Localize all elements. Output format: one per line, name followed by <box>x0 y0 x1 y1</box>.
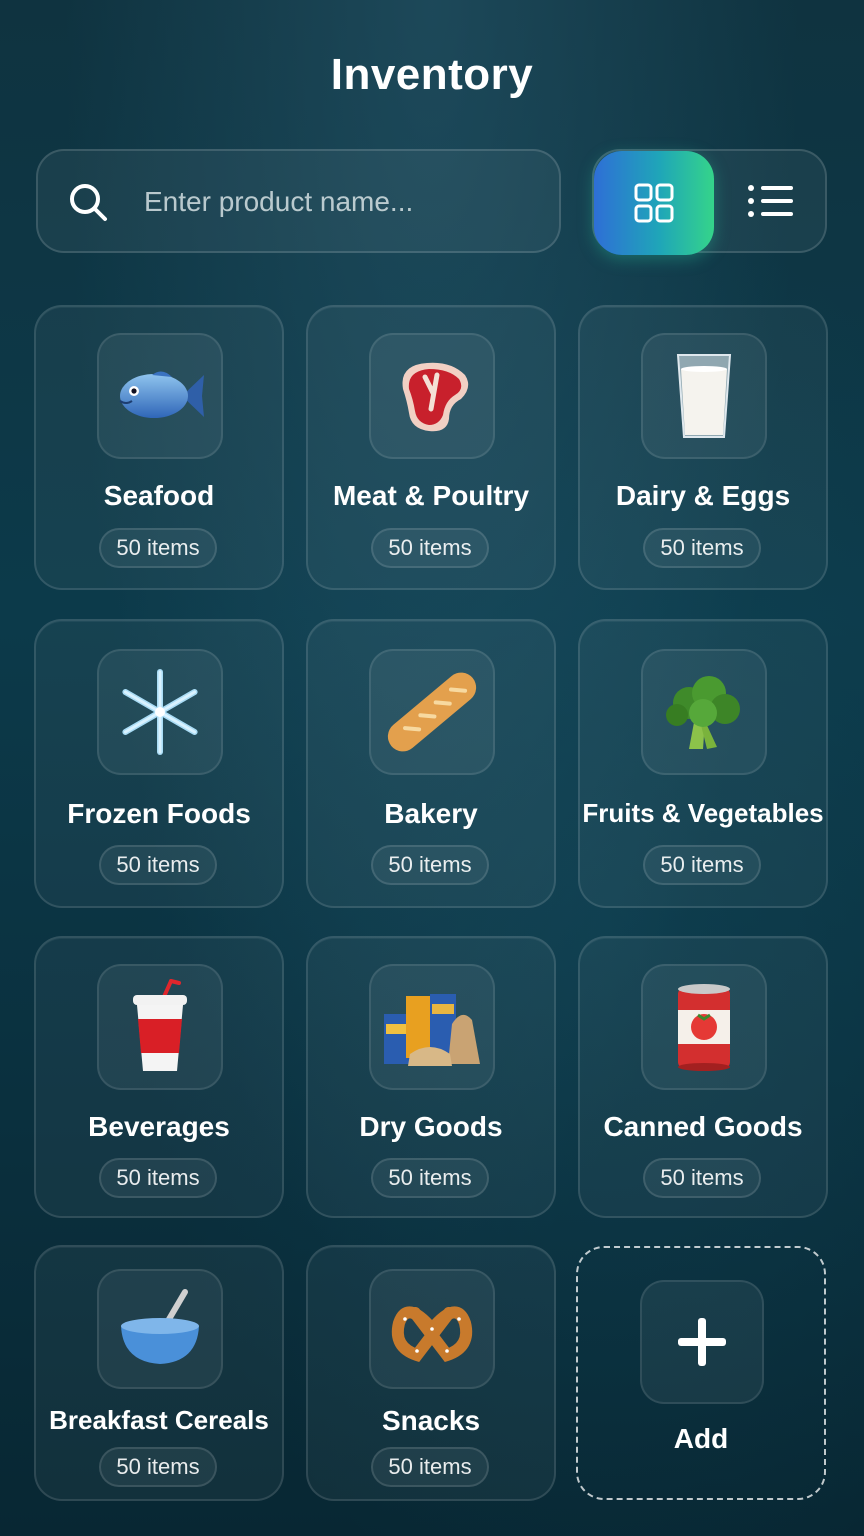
item-count-badge: 50 items <box>99 1158 217 1198</box>
category-card-seafood[interactable]: Seafood 50 items <box>34 305 284 590</box>
icon-tile <box>97 964 223 1090</box>
icon-tile <box>369 1269 495 1389</box>
search-bar[interactable] <box>36 149 561 253</box>
category-card-canned-goods[interactable]: Canned Goods 50 items <box>578 936 828 1218</box>
grid-view-button[interactable] <box>594 151 714 255</box>
category-name: Beverages <box>88 1111 230 1142</box>
item-count-badge: 50 items <box>99 845 217 885</box>
dry-goods-icon <box>384 994 480 1066</box>
view-toggle <box>592 149 827 255</box>
category-card-breakfast-cereals[interactable]: Breakfast Cereals 50 items <box>34 1245 284 1501</box>
icon-tile <box>369 649 495 775</box>
broccoli-icon <box>666 676 740 749</box>
item-count-badge: 50 items <box>99 528 217 568</box>
item-count-badge: 50 items <box>643 845 761 885</box>
icon-tile <box>97 1269 223 1389</box>
icon-tile <box>641 964 767 1090</box>
item-count-badge: 50 items <box>371 1158 489 1198</box>
category-name: Breakfast Cereals <box>49 1405 269 1435</box>
category-card-meat-poultry[interactable]: Meat & Poultry 50 items <box>306 305 556 590</box>
category-name: Meat & Poultry <box>332 480 530 511</box>
snowflake-icon <box>122 669 198 755</box>
category-name: Canned Goods <box>603 1111 803 1142</box>
category-card-beverages[interactable]: Beverages 50 items <box>34 936 284 1218</box>
drink-cup-icon <box>133 979 187 1071</box>
category-card-fruits-vegetables[interactable]: Fruits & Vegetables 50 items <box>578 619 828 908</box>
item-count-badge: 50 items <box>643 1158 761 1198</box>
icon-tile <box>97 333 223 459</box>
list-view-icon <box>747 185 793 217</box>
pretzel-icon <box>391 1306 473 1363</box>
item-count-badge: 50 items <box>371 528 489 568</box>
category-name: Dairy & Eggs <box>615 480 791 511</box>
search-icon <box>70 184 107 221</box>
bread-icon <box>387 672 477 752</box>
category-card-frozen-foods[interactable]: Frozen Foods 50 items <box>34 619 284 908</box>
icon-tile <box>641 333 767 459</box>
tomato-can-icon <box>678 984 730 1071</box>
category-card-dry-goods[interactable]: Dry Goods 50 items <box>306 936 556 1218</box>
list-view-button[interactable] <box>714 151 827 251</box>
category-name: Snacks <box>381 1405 481 1436</box>
fish-icon <box>119 371 204 418</box>
icon-tile <box>369 964 495 1090</box>
icon-tile <box>641 649 767 775</box>
category-name: Fruits & Vegetables <box>582 798 824 828</box>
meat-icon <box>402 362 469 432</box>
item-count-badge: 50 items <box>371 1447 489 1487</box>
icon-tile <box>97 649 223 775</box>
category-name: Dry Goods <box>359 1111 503 1142</box>
add-category-button[interactable]: Add <box>576 1246 826 1500</box>
category-card-bakery[interactable]: Bakery 50 items <box>306 619 556 908</box>
category-name: Bakery <box>384 798 478 829</box>
category-card-snacks[interactable]: Snacks 50 items <box>306 1245 556 1501</box>
cereal-bowl-icon <box>121 1289 199 1364</box>
item-count-badge: 50 items <box>99 1447 217 1487</box>
plus-icon <box>678 1318 726 1366</box>
search-input[interactable] <box>144 177 544 227</box>
category-card-dairy-eggs[interactable]: Dairy & Eggs 50 items <box>578 305 828 590</box>
icon-tile <box>640 1280 764 1404</box>
milk-icon <box>676 354 732 438</box>
item-count-badge: 50 items <box>371 845 489 885</box>
add-label: Add <box>673 1423 729 1454</box>
category-name: Frozen Foods <box>67 798 251 829</box>
grid-view-icon <box>634 183 674 223</box>
icon-tile <box>369 333 495 459</box>
page-title: Inventory <box>330 50 534 99</box>
category-name: Seafood <box>103 480 215 511</box>
item-count-badge: 50 items <box>643 528 761 568</box>
